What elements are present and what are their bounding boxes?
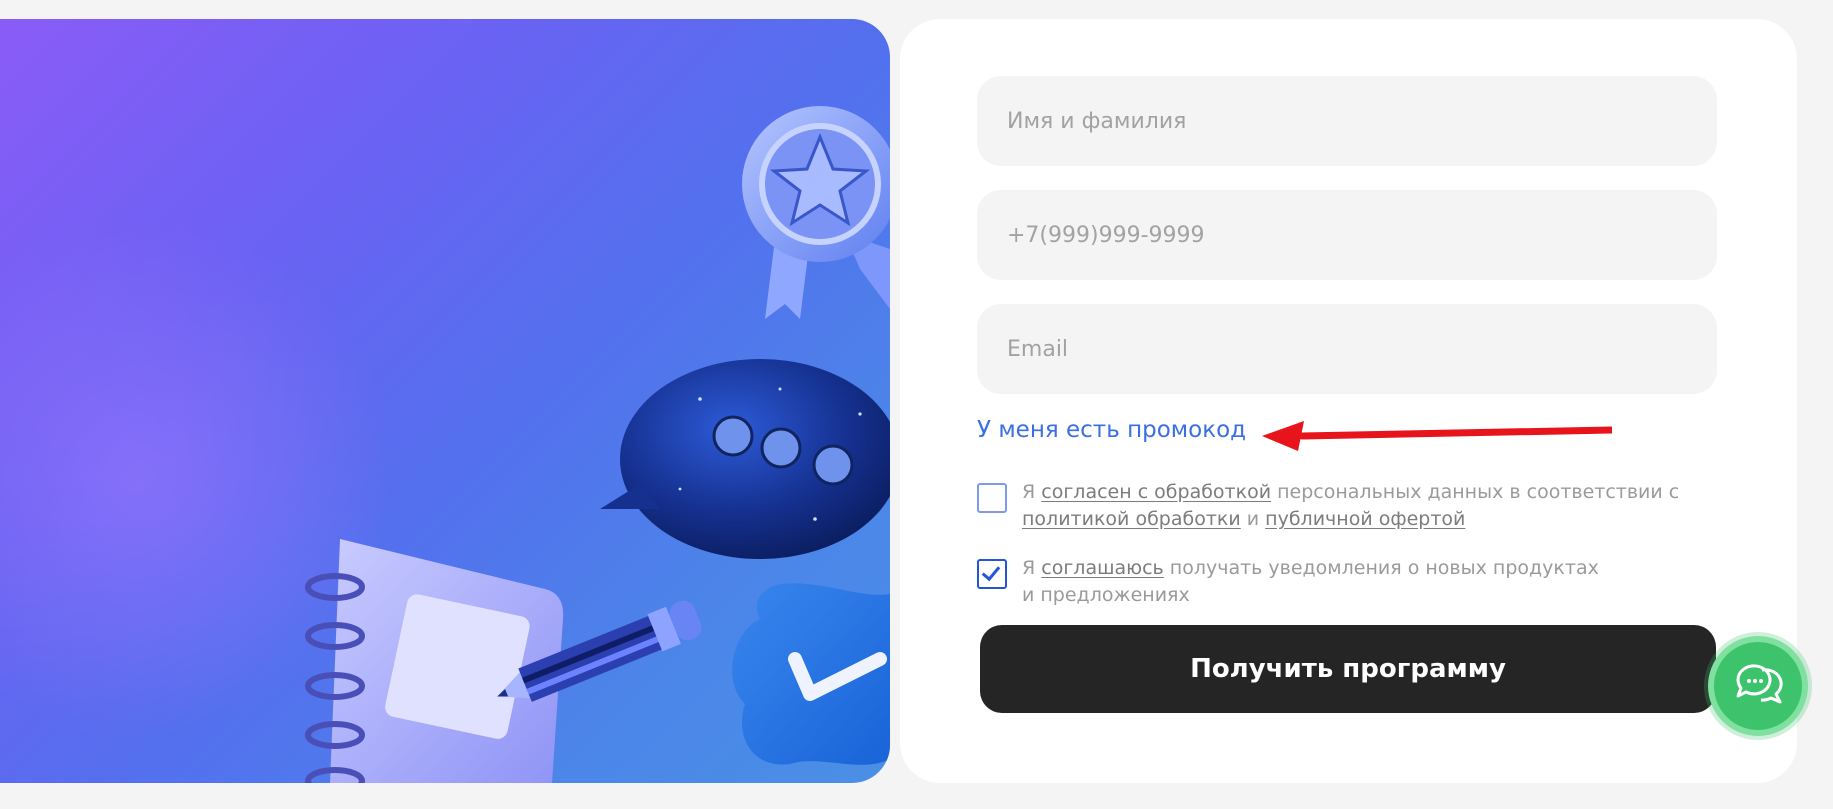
medal-icon	[742, 106, 890, 319]
annotation-arrow-icon	[1262, 421, 1612, 451]
privacy-policy-link[interactable]: политикой обработки	[1022, 508, 1241, 530]
checkmark-icon	[981, 561, 1001, 582]
public-offer-link[interactable]: публичной офертой	[1265, 508, 1465, 530]
lead-form: У меня есть промокод Я согласен с обрабо…	[900, 19, 1797, 783]
get-program-button[interactable]: Получить программу	[980, 625, 1716, 713]
notifications-consent-text: Я соглашаюсь получать уведомления о новы…	[1022, 555, 1612, 609]
chat-bubble-icon	[600, 359, 890, 559]
checkmark-badge-icon	[732, 583, 890, 765]
consent-processing-link[interactable]: согласен с обработкой	[1041, 481, 1271, 503]
promo-illustration	[0, 19, 890, 783]
chat-support-icon	[1736, 664, 1783, 704]
email-input[interactable]	[977, 304, 1717, 394]
chat-support-button[interactable]	[1708, 636, 1808, 736]
consent-prefix: Я	[1022, 481, 1042, 503]
personal-data-checkbox[interactable]	[977, 483, 1007, 513]
consent-and-text: и	[1240, 508, 1266, 530]
notebook-icon	[305, 539, 564, 783]
phone-input[interactable]	[977, 190, 1717, 280]
notifications-checkbox[interactable]	[977, 559, 1007, 589]
illustration-art	[305, 106, 890, 783]
notify-prefix: Я	[1022, 557, 1042, 579]
promo-code-link[interactable]: У меня есть промокод	[977, 417, 1246, 443]
agree-link[interactable]: соглашаюсь	[1041, 557, 1164, 579]
name-input[interactable]	[977, 76, 1717, 166]
consent-mid-text: персональных данных в соответствии с	[1271, 481, 1680, 503]
personal-data-consent-text: Я согласен с обработкой персональных дан…	[1022, 479, 1702, 533]
